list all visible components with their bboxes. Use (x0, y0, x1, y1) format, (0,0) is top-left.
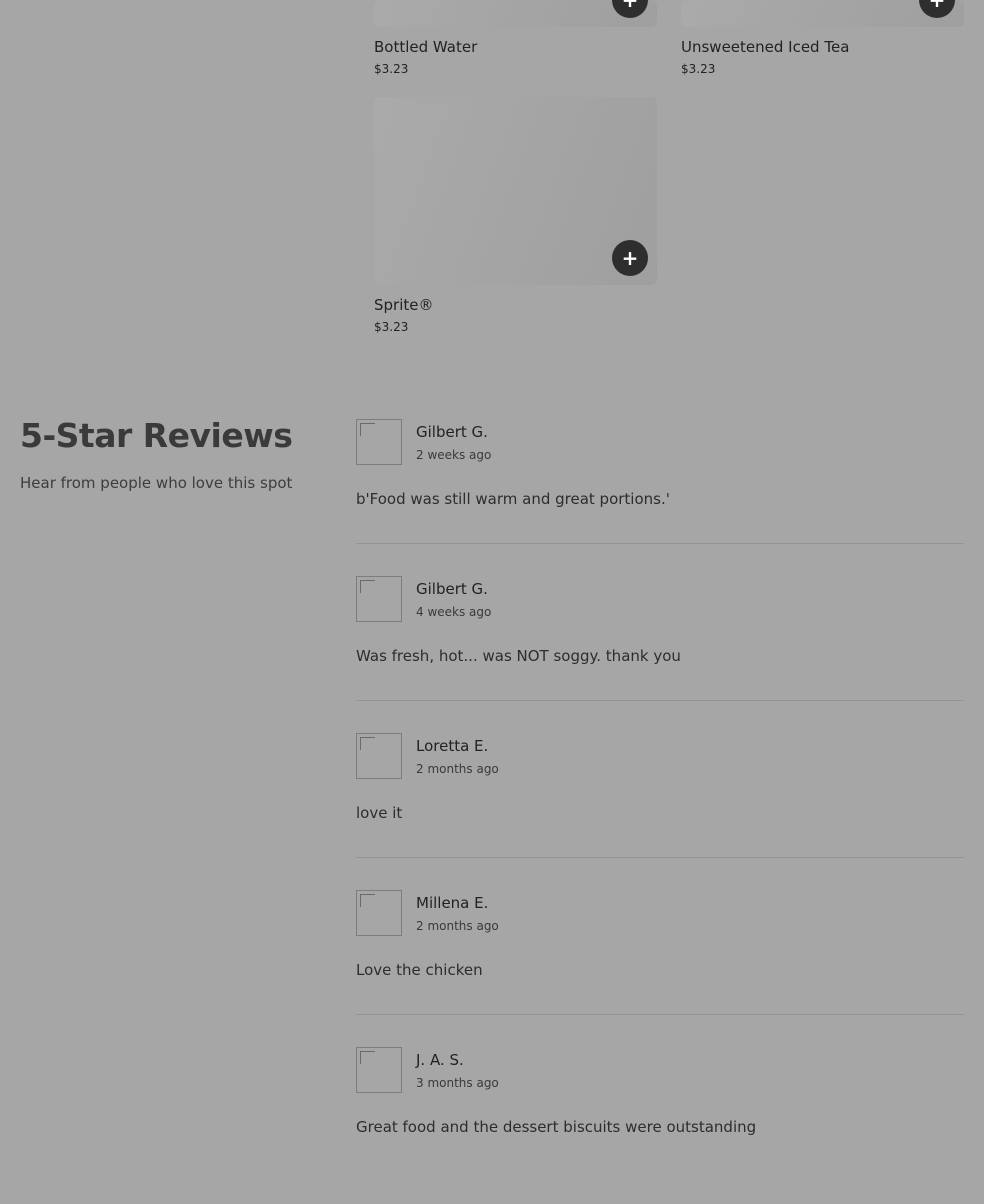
review-time: 3 months ago (416, 1076, 499, 1090)
reviews-subtitle: Hear from people who love this spot (20, 474, 293, 493)
reviews-title: 5-Star Reviews (20, 416, 293, 455)
divider (356, 700, 964, 701)
reviews-list: Gilbert G. 2 weeks ago b'Food was still … (356, 419, 964, 1204)
broken-image-icon (360, 423, 375, 436)
menu-item-name: Sprite® (374, 296, 434, 314)
review-item: Gilbert G. 2 weeks ago b'Food was still … (356, 419, 964, 576)
review-text: Great food and the dessert biscuits were… (356, 1118, 757, 1136)
menu-item-price: $3.23 (681, 62, 716, 76)
review-time: 2 weeks ago (416, 448, 492, 462)
review-item: Millena E. 2 months ago Love the chicken (356, 890, 964, 1047)
broken-image-icon (360, 894, 375, 907)
add-item-button[interactable]: + (612, 0, 648, 18)
divider (356, 1014, 964, 1015)
menu-item-price: $3.23 (374, 320, 409, 334)
broken-image-icon (360, 737, 375, 750)
menu-item-image: + (374, 0, 657, 27)
reviewer-avatar (356, 890, 402, 936)
menu-item-image: + (374, 97, 657, 285)
divider (356, 857, 964, 858)
menu-item-name: Unsweetened Iced Tea (681, 38, 850, 56)
review-time: 2 months ago (416, 919, 499, 933)
review-time: 4 weeks ago (416, 605, 492, 619)
review-text: b'Food was still warm and great portions… (356, 490, 670, 508)
reviewer-name: Millena E. (416, 894, 489, 912)
broken-image-icon (360, 1051, 375, 1064)
menu-item-card[interactable]: + Sprite® $3.23 (374, 97, 657, 333)
broken-image-icon (360, 580, 375, 593)
review-text: love it (356, 804, 403, 822)
review-item: J. A. S. 3 months ago Great food and the… (356, 1047, 964, 1204)
review-text: Love the chicken (356, 961, 483, 979)
menu-item-name: Bottled Water (374, 38, 478, 56)
divider (356, 543, 964, 544)
menu-item-card[interactable]: + Bottled Water $3.23 (374, 0, 657, 75)
review-item: Loretta E. 2 months ago love it (356, 733, 964, 890)
add-item-button[interactable]: + (919, 0, 955, 18)
reviewer-name: Gilbert G. (416, 580, 488, 598)
menu-item-image: + (681, 0, 964, 27)
reviewer-avatar (356, 733, 402, 779)
reviews-header: 5-Star Reviews Hear from people who love… (20, 416, 330, 493)
menu-item-price: $3.23 (374, 62, 409, 76)
reviewer-avatar (356, 1047, 402, 1093)
reviewer-name: Loretta E. (416, 737, 489, 755)
reviewer-name: Gilbert G. (416, 423, 488, 441)
review-text: Was fresh, hot... was NOT soggy. thank y… (356, 647, 681, 665)
reviewer-name: J. A. S. (416, 1051, 464, 1069)
review-time: 2 months ago (416, 762, 499, 776)
reviewer-avatar (356, 576, 402, 622)
menu-item-card[interactable]: + Unsweetened Iced Tea $3.23 (681, 0, 964, 75)
review-item: Gilbert G. 4 weeks ago Was fresh, hot...… (356, 576, 964, 733)
add-item-button[interactable]: + (612, 240, 648, 276)
reviewer-avatar (356, 419, 402, 465)
